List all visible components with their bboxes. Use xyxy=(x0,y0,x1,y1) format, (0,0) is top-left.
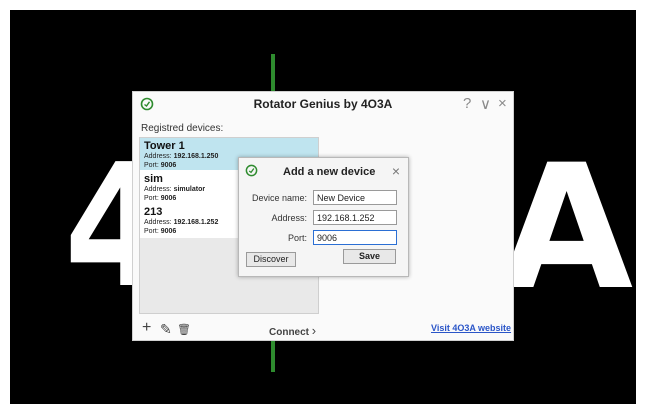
background-logo-a: A xyxy=(500,127,634,328)
minimize-icon[interactable]: ∨ xyxy=(480,95,491,113)
window-title: Rotator Genius by 4O3A xyxy=(253,97,393,111)
address-input[interactable] xyxy=(313,210,397,225)
connect-button[interactable]: Connect › xyxy=(269,323,316,338)
dialog-title: Add a new device xyxy=(283,166,376,178)
screen: 4 A Rotator Genius by 4O3A ? ∨ × Registr… xyxy=(10,10,636,404)
delete-device-icon[interactable]: 🗑 xyxy=(177,323,191,336)
visit-website-link[interactable]: Visit 4O3A website xyxy=(431,323,511,333)
dialog-close-icon[interactable]: × xyxy=(392,163,400,179)
address-label: Address: xyxy=(271,213,307,223)
green-line-top xyxy=(271,54,275,94)
help-icon[interactable]: ? xyxy=(463,95,471,112)
save-button[interactable]: Save xyxy=(343,249,396,264)
port-input[interactable] xyxy=(313,230,397,245)
device-name-label: Device name: xyxy=(251,193,307,203)
close-icon[interactable]: × xyxy=(498,95,507,112)
add-device-dialog: Add a new device × Device name: Address:… xyxy=(238,157,409,277)
device-name-input[interactable] xyxy=(313,190,397,205)
device-name: Tower 1 xyxy=(144,140,185,152)
add-device-icon[interactable]: + xyxy=(142,319,151,337)
titlebar: Rotator Genius by 4O3A ? ∨ × xyxy=(133,92,513,116)
chevron-right-icon: › xyxy=(311,323,317,338)
connect-label: Connect xyxy=(269,327,309,338)
bottom-toolbar: + ✎ 🗑 Connect › Visit 4O3A website xyxy=(133,318,513,340)
discover-button[interactable]: Discover xyxy=(246,252,296,267)
edit-device-icon[interactable]: ✎ xyxy=(160,321,172,338)
dialog-logo-icon xyxy=(245,164,258,177)
port-label: Port: xyxy=(287,233,307,243)
green-line-bottom xyxy=(271,340,275,372)
registered-devices-label: Registred devices: xyxy=(141,123,224,134)
